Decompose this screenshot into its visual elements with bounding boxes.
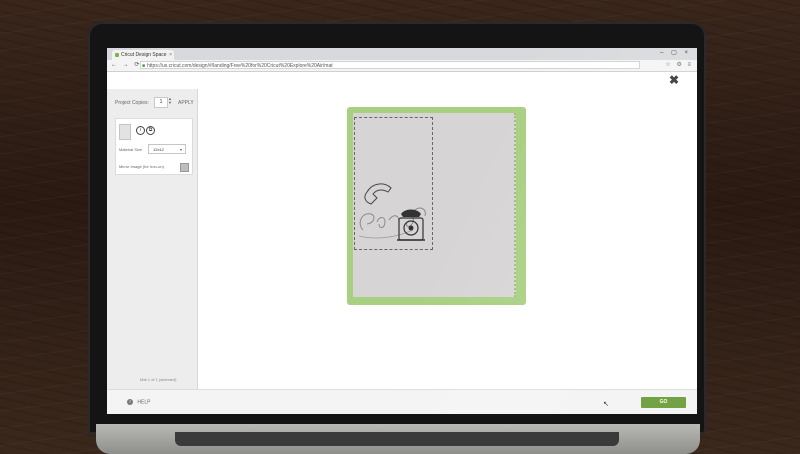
mat-preview-canvas (198, 89, 697, 389)
material-size-select[interactable]: 12x12 ▾ (148, 144, 186, 154)
url-text: https://us.cricut.com/design/#/landing/F… (147, 63, 333, 69)
footer-bar: ? HELP ↖ GO (107, 389, 697, 414)
address-bar[interactable]: ■ https://us.cricut.com/design/#/landing… (140, 61, 640, 69)
help-link[interactable]: ? HELP (127, 399, 150, 405)
browser-tab-bar: Cricut Design Space × – ▢ × (107, 48, 697, 60)
help-label: HELP (137, 399, 151, 406)
go-button[interactable]: GO (641, 397, 686, 408)
mat-preview-sidebar: Project Copies: 1 ▲ ▼ APPLY i ⧉ Material … (107, 89, 198, 389)
info-icon[interactable]: i (136, 126, 145, 135)
favicon-icon (115, 53, 119, 57)
laptop-screen: Cricut Design Space × – ▢ × ← → ⟳ ⌂ ■ ht… (107, 48, 697, 414)
tab-close-icon[interactable]: × (169, 50, 172, 60)
design-selection-bounds[interactable] (354, 117, 433, 250)
material-size-value: 12x12 (153, 147, 164, 152)
chevron-down-icon: ▾ (179, 147, 182, 152)
browser-toolbar: ← → ⟳ ⌂ ■ https://us.cricut.com/design/#… (107, 60, 697, 72)
browser-tab[interactable]: Cricut Design Space × (112, 50, 174, 60)
telephone-design-graphic[interactable] (355, 180, 432, 248)
copy-icon[interactable]: ⧉ (146, 126, 155, 135)
mat-page-info: Mat 1 of 1 (selected) (140, 377, 177, 382)
copies-stepper-icon[interactable]: ▲ ▼ (168, 97, 172, 105)
cutting-mat (347, 107, 526, 305)
mirror-image-toggle[interactable] (180, 163, 189, 172)
help-icon: ? (127, 399, 133, 405)
window-controls[interactable]: – ▢ × (660, 49, 691, 56)
project-copies-input[interactable]: 1 (154, 97, 168, 108)
lock-icon: ■ (142, 63, 146, 69)
extension-icons[interactable]: ☆ ⚙ ≡ (665, 61, 693, 68)
mirror-image-label: Mirror Image (for Iron-on) (119, 164, 164, 169)
laptop-hinge (175, 432, 619, 446)
close-icon[interactable]: ✖ (669, 73, 679, 87)
mat-card[interactable]: i ⧉ Material Size 12x12 ▾ Mirror Image (… (115, 118, 193, 175)
mat-surface (353, 113, 516, 297)
mouse-cursor-icon: ↖ (603, 401, 609, 408)
apply-button[interactable]: APPLY (178, 100, 194, 106)
project-copies-label: Project Copies: (115, 100, 149, 106)
mat-thumbnail[interactable] (119, 124, 131, 140)
tab-title: Cricut Design Space (121, 52, 167, 58)
material-size-label: Material Size (119, 147, 143, 152)
